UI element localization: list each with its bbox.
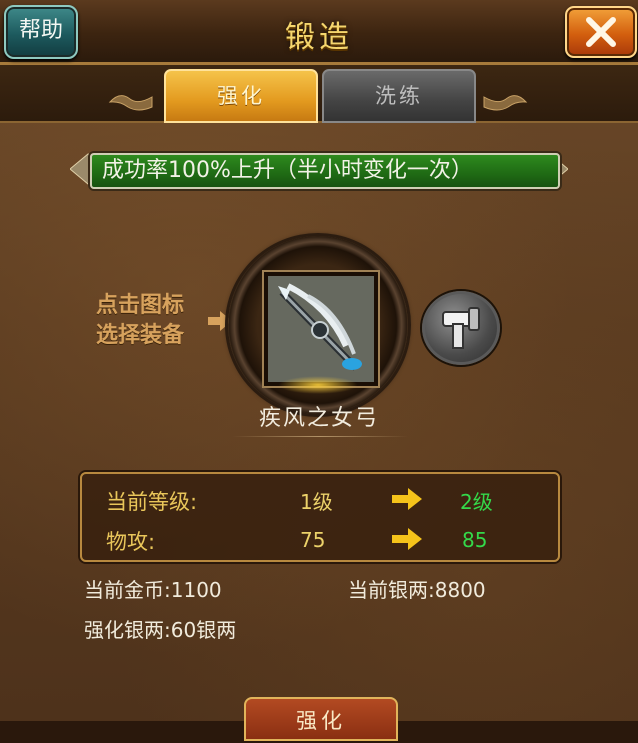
arrow-right-icon — [392, 528, 422, 550]
cost-value: 60银两 — [170, 618, 237, 642]
equipment-slot[interactable] — [264, 272, 378, 386]
forge-hammer-button[interactable] — [422, 291, 500, 365]
strengthen-cost: 强化银两:60银两 — [84, 614, 236, 643]
level-current: 1级 — [300, 490, 333, 514]
close-button[interactable] — [565, 6, 637, 58]
current-silver: 当前银两:8800 — [348, 574, 486, 603]
attack-label: 物攻: — [106, 530, 156, 554]
window-title: 锻造 — [285, 20, 353, 55]
header-bar: 帮助 锻造 — [0, 0, 638, 65]
arrow-right-icon — [392, 488, 422, 510]
tab-strengthen[interactable]: 强化 — [164, 69, 318, 123]
hammer-icon — [442, 307, 480, 349]
strengthen-button[interactable]: 强化 — [244, 697, 398, 741]
left-ornament-icon — [108, 95, 153, 111]
attack-current: 75 — [300, 528, 326, 552]
hint-line-1: 点击图标 — [96, 293, 185, 318]
current-gold: 当前金币:1100 — [84, 574, 222, 603]
gold-value: 1100 — [170, 578, 222, 602]
success-rate-banner: 成功率100%上升（半小时变化一次） — [90, 153, 560, 189]
right-ornament-icon — [483, 95, 528, 111]
cost-label: 强化银两: — [84, 618, 171, 642]
close-icon — [586, 17, 616, 47]
slot-glow — [278, 376, 358, 394]
hint-line-2: 选择装备 — [96, 323, 185, 348]
tab-refine[interactable]: 洗练 — [322, 69, 476, 123]
tab-bar: 强化 洗练 — [0, 65, 638, 123]
level-label: 当前等级: — [106, 490, 198, 514]
name-divider — [232, 436, 408, 437]
level-next: 2级 — [460, 490, 493, 514]
gold-label: 当前金币: — [84, 578, 171, 602]
attack-next: 85 — [462, 528, 488, 552]
forge-panel: 帮助 锻造 强化 洗练 成功率100%上升（半小时变化一次） 点击图标 选择装备 — [0, 0, 638, 741]
silver-value: 8800 — [434, 578, 486, 602]
silver-label: 当前银两: — [348, 578, 435, 602]
equipment-name: 疾风之女弓 — [258, 406, 379, 431]
select-equipment-hint: 点击图标 选择装备 — [96, 291, 216, 351]
bow-weapon-icon — [268, 276, 374, 382]
stats-panel: 当前等级: 1级 2级 物攻: 75 85 — [80, 472, 560, 562]
